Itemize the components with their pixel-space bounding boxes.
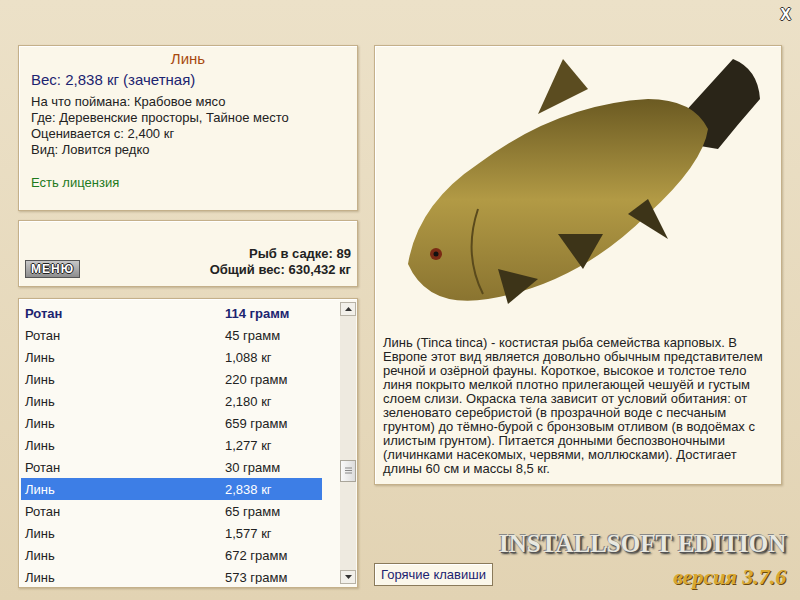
- fish-detail: Где: Деревенские просторы, Тайное место: [31, 110, 345, 126]
- catch-row[interactable]: Ротан45 грамм: [21, 324, 322, 346]
- fish-weight: Вес: 2,838 кг (зачетная): [31, 71, 345, 88]
- catch-row[interactable]: Ротан65 грамм: [21, 500, 322, 522]
- catch-row[interactable]: Линь659 грамм: [21, 412, 322, 434]
- fish-name: Линь: [31, 50, 345, 67]
- header: X: [18, 0, 800, 45]
- catch-row[interactable]: Линь1,277 кг: [21, 434, 322, 456]
- row-name: Линь: [25, 548, 225, 563]
- row-name: Линь: [25, 416, 225, 431]
- version-label: версия 3.7.6: [499, 564, 786, 590]
- fish-detail: Оценивается с: 2,400 кг: [31, 126, 345, 142]
- catch-row[interactable]: Линь573 грамм: [21, 566, 322, 584]
- scroll-thumb[interactable]: [340, 460, 356, 482]
- row-name: Линь: [25, 482, 225, 497]
- row-weight: 573 грамм: [225, 570, 322, 585]
- row-weight: 2,180 кг: [225, 394, 322, 409]
- tench-fish-icon: [388, 54, 768, 309]
- row-name: Ротан: [25, 460, 225, 475]
- row-name: Ротан: [25, 328, 225, 343]
- row-name: Ротан: [25, 504, 225, 519]
- scrollbar[interactable]: [340, 302, 356, 584]
- close-button[interactable]: X: [780, 6, 791, 24]
- catch-row[interactable]: Линь2,180 кг: [21, 390, 322, 412]
- fish-detail: На что поймана: Крабовое мясо: [31, 94, 345, 110]
- hotkeys-button[interactable]: Горячие клавиши: [374, 563, 493, 586]
- row-weight: 672 грамм: [225, 548, 322, 563]
- row-name: Линь: [25, 570, 225, 585]
- license-status: Есть лицензия: [31, 175, 345, 190]
- keepnet-panel: МЕНЮ Рыб в садке: 89Общий вес: 630,432 кг: [18, 220, 358, 287]
- row-name: Линь: [25, 372, 225, 387]
- grip-icon: [345, 467, 352, 474]
- catch-row[interactable]: Линь672 грамм: [21, 544, 322, 566]
- row-weight: 1,088 кг: [225, 350, 322, 365]
- arrow-down-icon: [345, 575, 352, 579]
- catch-window: X Линь Вес: 2,838 кг (зачетная) На что пойм…: [0, 0, 800, 600]
- fish-picture-panel: Линь (Tinca tinca) - костистая рыба семе…: [374, 45, 782, 485]
- fish-info-panel: Линь Вес: 2,838 кг (зачетная) На что пойма…: [18, 45, 358, 211]
- row-name: Ротан: [25, 306, 225, 321]
- row-weight: 114 грамм: [225, 306, 322, 321]
- fish-count: Рыб в садке: 89: [210, 246, 351, 262]
- scroll-track[interactable]: [340, 316, 356, 570]
- keepnet-info: Рыб в садке: 89Общий вес: 630,432 кг: [210, 246, 351, 278]
- catch-row[interactable]: Ротан114 грамм: [21, 302, 322, 324]
- fish-detail: Вид: Ловится редко: [31, 142, 345, 158]
- catch-row[interactable]: Линь1,088 кг: [21, 346, 322, 368]
- scroll-up-button[interactable]: [340, 302, 356, 316]
- total-weight: Общий вес: 630,432 кг: [210, 262, 351, 278]
- row-weight: 1,577 кг: [225, 526, 322, 541]
- right-column: Линь (Tinca tinca) - костистая рыба семе…: [374, 45, 782, 600]
- row-name: Линь: [25, 350, 225, 365]
- catch-row[interactable]: Линь2,838 кг: [21, 478, 322, 500]
- catch-rows: Ротан114 граммРотан45 граммЛинь1,088 кгЛ…: [21, 302, 340, 584]
- bottom-area: Горячие клавишиINSTALLSOFT EDITIONверсия…: [374, 485, 782, 600]
- edition-title: INSTALLSOFT EDITION: [499, 530, 786, 558]
- fish-details: На что поймана: Крабовое мясоГде: Дереве…: [31, 94, 345, 158]
- row-weight: 220 грамм: [225, 372, 322, 387]
- row-weight: 65 грамм: [225, 504, 322, 519]
- catch-row[interactable]: Ротан30 грамм: [21, 456, 322, 478]
- row-name: Линь: [25, 394, 225, 409]
- row-name: Линь: [25, 438, 225, 453]
- row-weight: 45 грамм: [225, 328, 322, 343]
- row-weight: 2,838 кг: [225, 482, 322, 497]
- catch-row[interactable]: Линь220 грамм: [21, 368, 322, 390]
- row-weight: 1,277 кг: [225, 438, 322, 453]
- left-column: Линь Вес: 2,838 кг (зачетная) На что пойма…: [18, 45, 358, 600]
- scroll-down-button[interactable]: [340, 570, 356, 584]
- menu-button[interactable]: МЕНЮ: [25, 260, 80, 278]
- fish-description: Линь (Tinca tinca) - костистая рыба семе…: [375, 332, 781, 484]
- row-weight: 659 грамм: [225, 416, 322, 431]
- row-weight: 30 грамм: [225, 460, 322, 475]
- row-name: Линь: [25, 526, 225, 541]
- edition-logo: INSTALLSOFT EDITION версия 3.7.6: [499, 530, 786, 592]
- catch-list: Ротан114 граммРотан45 граммЛинь1,088 кгЛ…: [18, 298, 358, 588]
- pike-icon: [792, 500, 800, 592]
- catch-row[interactable]: Линь1,577 кг: [21, 522, 322, 544]
- main: Линь Вес: 2,838 кг (зачетная) На что пойма…: [18, 45, 800, 600]
- arrow-up-icon: [345, 307, 352, 311]
